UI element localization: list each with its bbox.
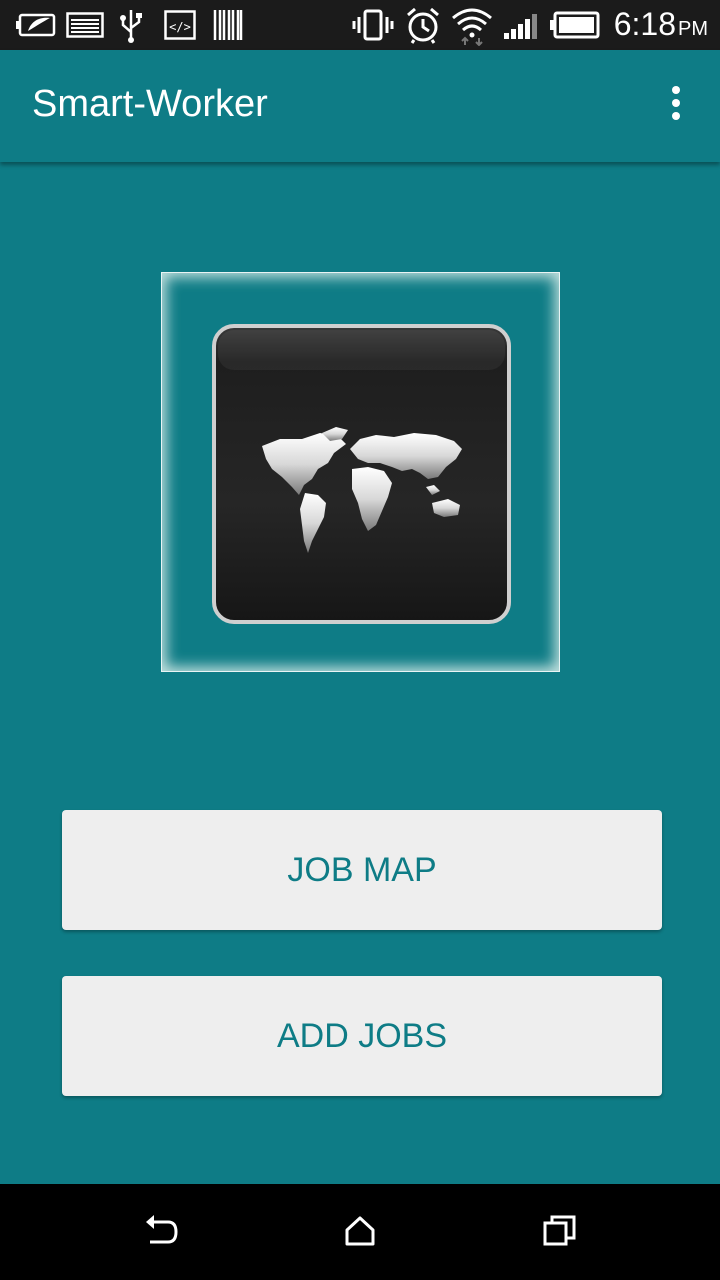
recents-icon	[543, 1215, 576, 1246]
wifi-icon	[452, 8, 492, 46]
add-jobs-button[interactable]: ADD JOBS	[62, 976, 662, 1096]
navigation-bar	[0, 1184, 720, 1280]
home-button[interactable]	[330, 1202, 390, 1262]
world-map-icon	[212, 324, 511, 624]
barcode-icon	[213, 10, 243, 40]
menu-dot	[672, 112, 680, 120]
image-icon	[66, 12, 104, 38]
svg-text:</>: </>	[169, 20, 191, 34]
status-clock: 6:18 PM	[614, 6, 708, 43]
code-icon: </>	[164, 10, 196, 40]
battery-icon	[550, 11, 600, 39]
signal-icon	[504, 14, 537, 39]
status-time: 6:18	[613, 6, 676, 42]
app-toolbar: Smart-Worker	[0, 50, 720, 162]
battery-saver-icon	[16, 13, 56, 37]
back-button[interactable]	[130, 1202, 190, 1262]
status-ampm: PM	[678, 18, 708, 40]
menu-dot	[672, 99, 680, 107]
overflow-menu-icon[interactable]	[658, 86, 694, 126]
usb-icon	[120, 10, 142, 43]
job-map-button[interactable]: JOB MAP	[62, 810, 662, 930]
alarm-icon	[407, 7, 439, 44]
status-bar: </> 6:18 PM	[0, 0, 720, 50]
home-icon	[345, 1216, 375, 1246]
app-title: Smart-Worker	[32, 83, 268, 125]
vibrate-icon	[352, 9, 394, 41]
menu-dot	[672, 86, 680, 94]
recents-button[interactable]	[530, 1202, 590, 1262]
back-icon	[146, 1215, 178, 1244]
app-logo	[161, 272, 560, 672]
